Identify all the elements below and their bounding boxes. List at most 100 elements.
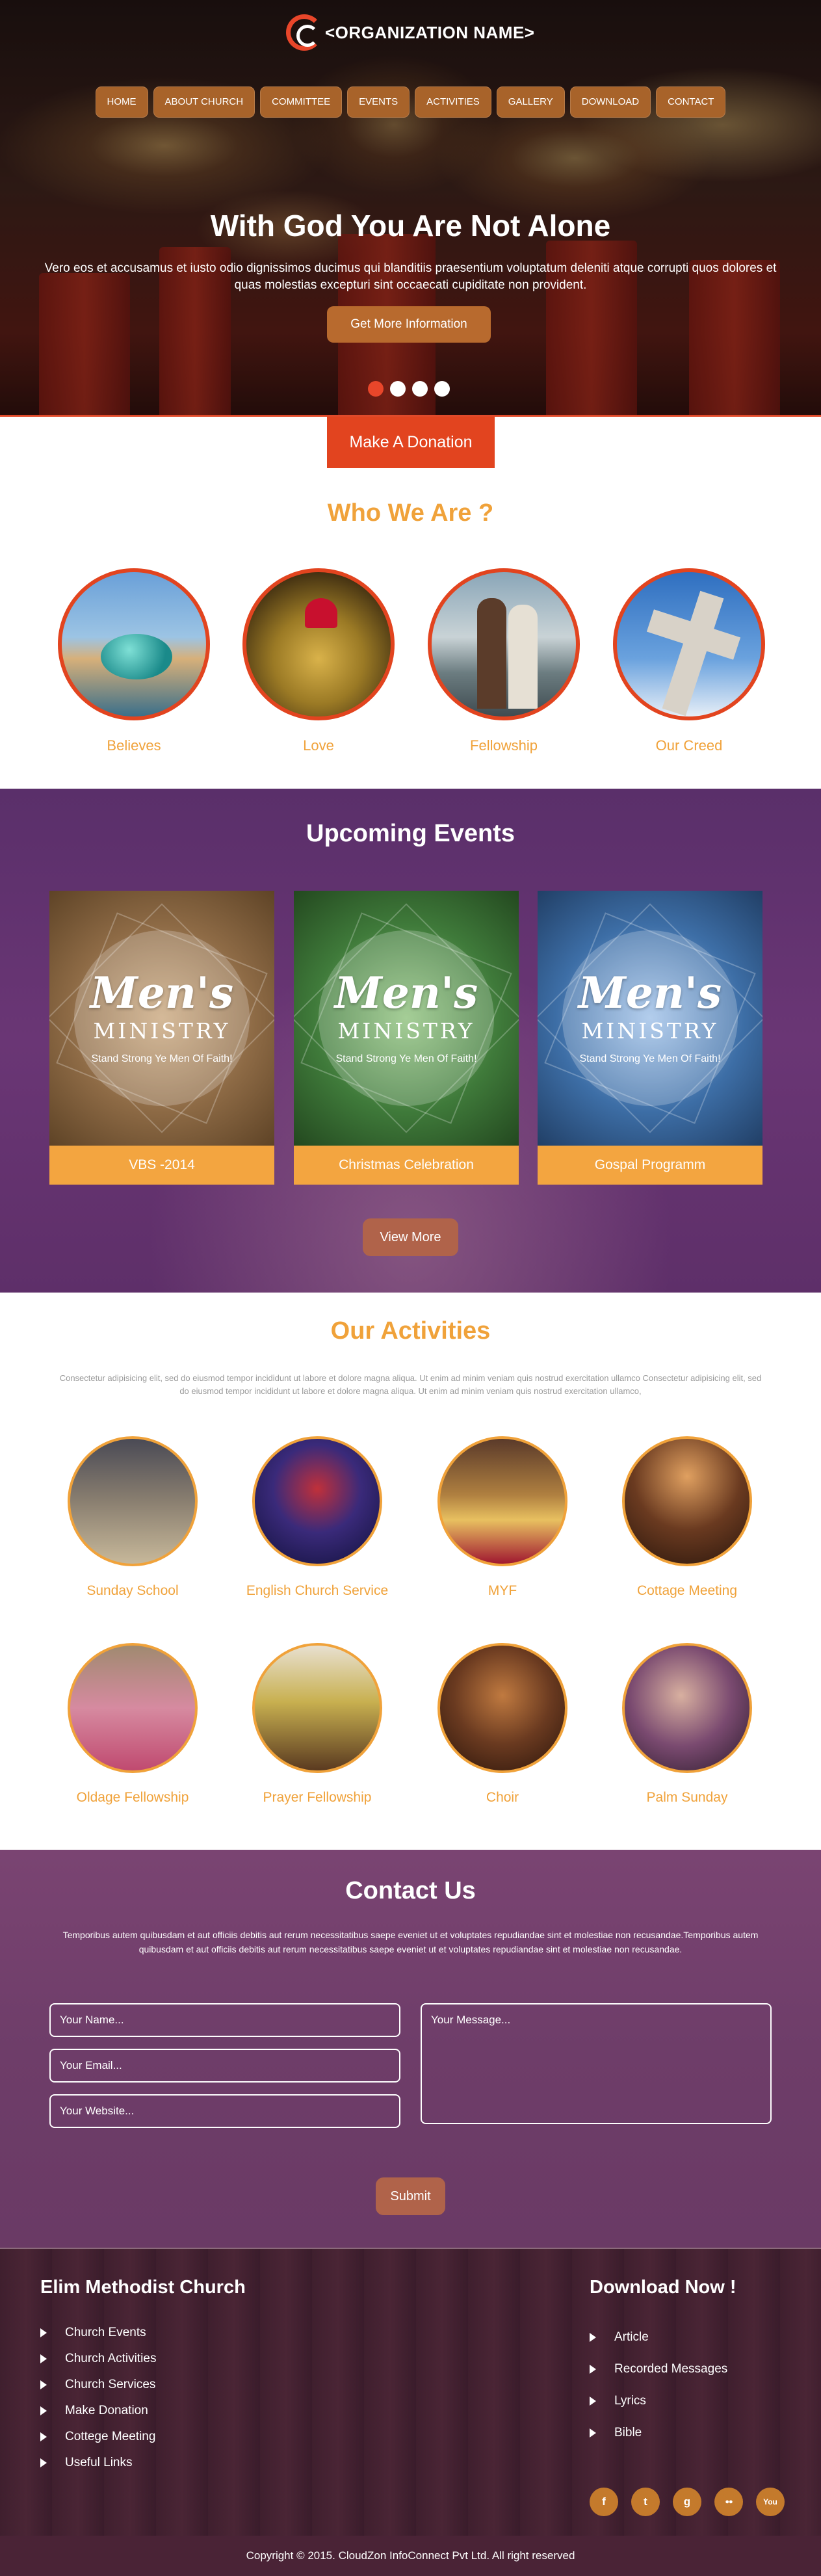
fellowship-image: [428, 568, 580, 720]
slider-dot-3[interactable]: [412, 381, 428, 397]
nav-contact[interactable]: CONTACT: [656, 86, 726, 118]
activity-label: Choir: [486, 1790, 519, 1805]
arrow-right-icon: [590, 2364, 596, 2374]
footer-link-make-donation[interactable]: Make Donation: [40, 2398, 156, 2424]
activity-prayer-fellowship[interactable]: Prayer Fellowship: [233, 1643, 402, 1806]
activity-palm-sunday[interactable]: Palm Sunday: [603, 1643, 772, 1806]
slider-dot-1[interactable]: [368, 381, 384, 397]
social-links: f t g ●● You: [590, 2488, 785, 2516]
footer-link-label: Recorded Messages: [614, 2361, 728, 2376]
event-card-gospal[interactable]: Men's MINISTRY Stand Strong Ye Men Of Fa…: [538, 891, 762, 1185]
footer-link-lyrics[interactable]: Lyrics: [590, 2385, 727, 2417]
slider-dots: [368, 381, 450, 397]
submit-button[interactable]: Submit: [376, 2177, 445, 2215]
nav-activities[interactable]: ACTIVITIES: [415, 86, 491, 118]
who-item-our-creed[interactable]: Our Creed: [611, 568, 767, 754]
activity-label: Palm Sunday: [646, 1790, 728, 1805]
myf-image: [437, 1436, 567, 1566]
footer-link-bible[interactable]: Bible: [590, 2417, 727, 2449]
poster-title: Men's: [578, 967, 722, 1018]
nav-events[interactable]: EVENTS: [347, 86, 410, 118]
site-logo[interactable]: <ORGANIZATION NAME>: [286, 14, 534, 51]
nav-about-church[interactable]: ABOUT CHURCH: [153, 86, 255, 118]
footer-link-label: Article: [614, 2330, 649, 2344]
footer-link-label: Bible: [614, 2425, 642, 2439]
activity-myf[interactable]: MYF: [418, 1436, 587, 1599]
twitter-icon[interactable]: t: [631, 2488, 660, 2516]
nav-committee[interactable]: COMMITTEE: [260, 86, 343, 118]
footer-divider: [0, 2248, 821, 2249]
activity-label: Prayer Fellowship: [263, 1790, 372, 1805]
activity-oldage-fellowship[interactable]: Oldage Fellowship: [48, 1643, 217, 1806]
event-card-christmas[interactable]: Men's MINISTRY Stand Strong Ye Men Of Fa…: [294, 891, 519, 1185]
oldage-fellowship-image: [68, 1643, 198, 1773]
who-item-believes[interactable]: Believes: [56, 568, 212, 754]
nav-gallery[interactable]: GALLERY: [496, 86, 565, 118]
slider-dot-2[interactable]: [390, 381, 406, 397]
arrow-right-icon: [590, 2428, 596, 2438]
copyright-bar: Copyright © 2015. CloudZon InfoConnect P…: [0, 2536, 821, 2576]
footer-link-label: Church Events: [65, 2326, 146, 2339]
contact-description: Temporibus autem quibusdam et aut offici…: [62, 1930, 759, 1954]
arrow-right-icon: [40, 2328, 47, 2337]
activity-english-church-service[interactable]: English Church Service: [233, 1436, 402, 1599]
footer-link-label: Lyrics: [614, 2393, 646, 2408]
logo-icon: [286, 14, 322, 51]
poster-tagline: Stand Strong Ye Men Of Faith!: [335, 1053, 477, 1064]
activity-label: English Church Service: [246, 1583, 389, 1598]
event-poster-image: Men's MINISTRY Stand Strong Ye Men Of Fa…: [49, 891, 274, 1146]
activity-sunday-school[interactable]: Sunday School: [48, 1436, 217, 1599]
nav-home[interactable]: HOME: [95, 86, 148, 118]
logo-text: <ORGANIZATION NAME>: [325, 22, 535, 42]
nav-download[interactable]: DOWNLOAD: [569, 86, 651, 118]
youtube-icon[interactable]: You: [756, 2488, 785, 2516]
activity-label: MYF: [488, 1583, 517, 1598]
poster-subtitle: MINISTRY: [93, 1018, 231, 1044]
flickr-icon[interactable]: ●●: [714, 2488, 743, 2516]
poster-tagline: Stand Strong Ye Men Of Faith!: [91, 1053, 233, 1064]
footer-link-recorded-messages[interactable]: Recorded Messages: [590, 2353, 727, 2385]
contact-us-title: Contact Us: [345, 1877, 476, 1904]
footer-church-title: Elim Methodist Church: [40, 2277, 246, 2298]
main-nav: HOME ABOUT CHURCH COMMITTEE EVENTS ACTIV…: [0, 86, 821, 118]
activity-choir[interactable]: Choir: [418, 1643, 587, 1806]
footer-link-label: Useful Links: [65, 2456, 133, 2469]
who-item-love[interactable]: Love: [241, 568, 397, 754]
email-field[interactable]: Your Email...: [49, 2049, 400, 2083]
cross-image: [613, 568, 765, 720]
facebook-icon[interactable]: f: [590, 2488, 618, 2516]
footer-link-church-activities[interactable]: Church Activities: [40, 2346, 156, 2372]
website-field[interactable]: Your Website...: [49, 2094, 400, 2128]
footer-link-label: Cottege Meeting: [65, 2430, 156, 2443]
event-poster-image: Men's MINISTRY Stand Strong Ye Men Of Fa…: [294, 891, 519, 1146]
slider-dot-4[interactable]: [434, 381, 450, 397]
church-service-image: [252, 1436, 382, 1566]
poster-tagline: Stand Strong Ye Men Of Faith!: [579, 1053, 721, 1064]
palm-sunday-image: [622, 1643, 752, 1773]
who-label: Believes: [107, 737, 161, 754]
footer-link-article[interactable]: Article: [590, 2321, 727, 2353]
footer-link-church-services[interactable]: Church Services: [40, 2372, 156, 2398]
who-item-fellowship[interactable]: Fellowship: [426, 568, 582, 754]
footer-download-links: Article Recorded Messages Lyrics Bible: [590, 2321, 727, 2449]
footer-link-label: Church Activities: [65, 2352, 157, 2365]
upcoming-events-section: Upcoming Events Men's MINISTRY Stand Str…: [0, 789, 821, 1293]
footer-link-useful-links[interactable]: Useful Links: [40, 2450, 156, 2476]
activity-cottage-meeting[interactable]: Cottage Meeting: [603, 1436, 772, 1599]
upcoming-events-title: Upcoming Events: [306, 820, 515, 847]
message-textarea[interactable]: Your Message...: [421, 2003, 772, 2124]
who-label: Our Creed: [655, 737, 723, 754]
make-donation-button[interactable]: Make A Donation: [327, 416, 495, 468]
choir-image: [437, 1643, 567, 1773]
event-card-vbs[interactable]: Men's MINISTRY Stand Strong Ye Men Of Fa…: [49, 891, 274, 1185]
who-label: Fellowship: [470, 737, 538, 754]
footer-link-cottege-meeting[interactable]: Cottege Meeting: [40, 2424, 156, 2450]
name-field[interactable]: Your Name...: [49, 2003, 400, 2037]
footer-link-church-events[interactable]: Church Events: [40, 2320, 156, 2346]
poster-title: Men's: [334, 967, 478, 1018]
who-we-are-title: Who We Are ?: [327, 499, 494, 527]
get-more-info-button[interactable]: Get More Information: [327, 306, 491, 343]
believe-stone-image: [58, 568, 210, 720]
google-plus-icon[interactable]: g: [673, 2488, 701, 2516]
view-more-button[interactable]: View More: [363, 1218, 458, 1256]
